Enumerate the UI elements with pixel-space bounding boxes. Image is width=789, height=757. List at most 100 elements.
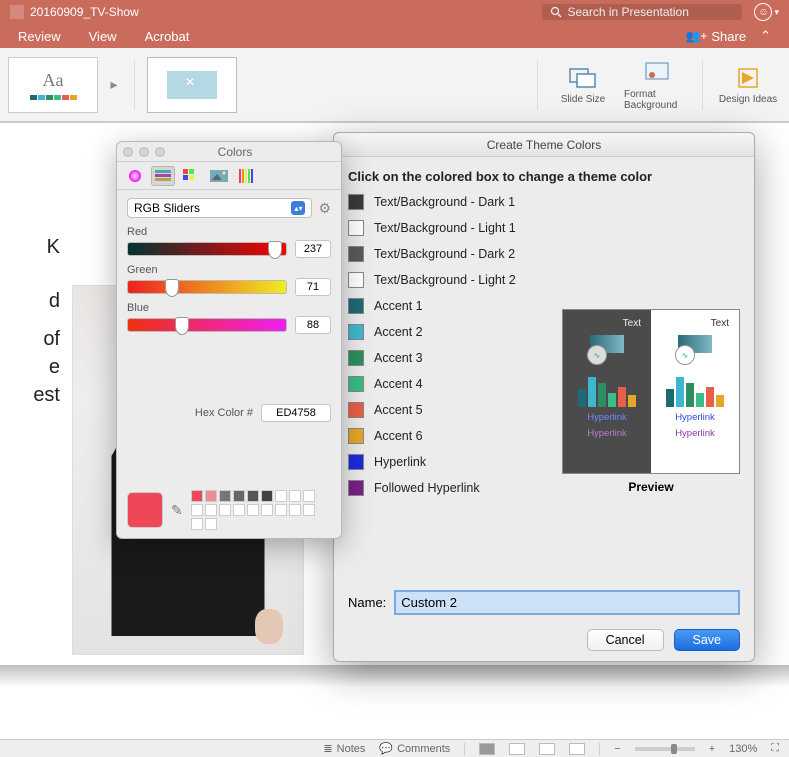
palettes-tab[interactable] xyxy=(179,166,203,186)
theme-color-label: Accent 5 xyxy=(374,403,423,417)
theme-color-row[interactable]: Text/Background - Dark 2 xyxy=(348,246,740,262)
recent-swatch[interactable] xyxy=(303,504,315,516)
recent-swatch[interactable] xyxy=(233,490,245,502)
slider-mode-select[interactable]: RGB Sliders ▴▾ xyxy=(127,198,312,218)
color-swatch[interactable] xyxy=(348,324,364,340)
theme-color-label: Hyperlink xyxy=(374,455,426,469)
collapse-ribbon-icon[interactable]: ⌃ xyxy=(760,28,771,44)
recent-swatch[interactable] xyxy=(261,504,273,516)
slide-size-label: Slide Size xyxy=(561,94,605,105)
slide-size-button[interactable]: Slide Size xyxy=(550,64,616,105)
theme-color-row[interactable]: Text/Background - Light 1 xyxy=(348,220,740,236)
tab-view[interactable]: View xyxy=(89,29,117,44)
color-swatch[interactable] xyxy=(348,480,364,496)
color-swatch[interactable] xyxy=(348,246,364,262)
recent-swatch[interactable] xyxy=(289,504,301,516)
slider-mode-label: RGB Sliders xyxy=(134,201,200,215)
color-wheel-tab[interactable] xyxy=(123,166,147,186)
format-background-icon xyxy=(643,59,671,87)
recent-swatch[interactable] xyxy=(289,490,301,502)
blue-slider[interactable] xyxy=(127,318,287,332)
zoom-in-button[interactable]: + xyxy=(709,743,715,755)
recent-swatch[interactable] xyxy=(247,490,259,502)
name-label: Name: xyxy=(348,595,386,610)
format-background-button[interactable]: Format Background xyxy=(624,59,690,111)
recent-swatch[interactable] xyxy=(275,490,287,502)
dialog-drop-shadow xyxy=(0,665,789,687)
gear-icon[interactable]: ⚙ xyxy=(318,200,331,217)
recent-swatch[interactable] xyxy=(275,504,287,516)
recent-swatch[interactable] xyxy=(205,518,217,530)
zoom-out-button[interactable]: − xyxy=(614,743,620,755)
recent-swatch[interactable] xyxy=(233,504,245,516)
blue-value[interactable]: 88 xyxy=(295,316,331,334)
theme-color-row[interactable]: Text/Background - Light 2 xyxy=(348,272,740,288)
tab-review[interactable]: Review xyxy=(18,29,61,44)
search-placeholder: Search in Presentation xyxy=(567,5,688,19)
document-icon xyxy=(10,5,24,19)
variants-more-icon[interactable]: ▸ xyxy=(106,76,122,93)
color-swatch[interactable] xyxy=(348,194,364,210)
colors-panel: Colors RGB Sliders ▴▾ ⚙ Red 237 Green xyxy=(116,141,342,539)
blue-label: Blue xyxy=(127,302,331,314)
share-label: Share xyxy=(711,29,746,44)
notes-button[interactable]: ≣Notes xyxy=(323,742,365,755)
color-swatch[interactable] xyxy=(348,220,364,236)
preview-text-label: Text xyxy=(623,318,641,329)
recent-swatch[interactable] xyxy=(219,504,231,516)
feedback-icon[interactable]: ☺ xyxy=(754,3,772,21)
recent-swatch[interactable] xyxy=(303,490,315,502)
normal-view-button[interactable] xyxy=(479,743,495,755)
green-slider[interactable] xyxy=(127,280,287,294)
colors-panel-title: Colors xyxy=(165,145,305,159)
feedback-chevron-icon[interactable]: ▾ xyxy=(774,7,779,18)
red-value[interactable]: 237 xyxy=(295,240,331,258)
recent-swatch[interactable] xyxy=(205,490,217,502)
color-swatch[interactable] xyxy=(348,376,364,392)
theme-colors-dialog: Create Theme Colors Click on the colored… xyxy=(333,132,755,662)
recent-swatch[interactable] xyxy=(247,504,259,516)
fit-to-window-button[interactable]: ⛶ xyxy=(771,742,779,755)
color-swatch[interactable] xyxy=(348,428,364,444)
hex-input[interactable] xyxy=(261,404,331,422)
pencils-tab[interactable] xyxy=(235,166,259,186)
zoom-value[interactable]: 130% xyxy=(729,743,757,755)
color-swatch[interactable] xyxy=(348,298,364,314)
green-value[interactable]: 71 xyxy=(295,278,331,296)
titlebar: 20160909_TV-Show Search in Presentation … xyxy=(0,0,789,24)
color-swatch[interactable] xyxy=(348,272,364,288)
search-input[interactable]: Search in Presentation xyxy=(542,4,742,20)
sliders-tab[interactable] xyxy=(151,166,175,186)
tab-acrobat[interactable]: Acrobat xyxy=(145,29,190,44)
theme-name-input[interactable] xyxy=(394,590,740,615)
eyedropper-icon[interactable]: ✎ xyxy=(171,502,183,519)
variant-thumbnail[interactable]: Aa xyxy=(8,57,98,113)
red-slider[interactable] xyxy=(127,242,287,256)
share-button[interactable]: 👥+ Share ⌃ xyxy=(685,28,771,44)
reading-view-button[interactable] xyxy=(539,743,555,755)
current-color-swatch[interactable] xyxy=(127,492,163,528)
recent-swatches[interactable] xyxy=(191,490,321,530)
color-swatch[interactable] xyxy=(348,402,364,418)
zoom-slider[interactable] xyxy=(635,747,695,751)
slide-layout-thumbnail[interactable]: ✕ xyxy=(147,57,237,113)
comments-button[interactable]: 💬Comments xyxy=(379,742,450,755)
recent-swatch[interactable] xyxy=(219,490,231,502)
statusbar: ≣Notes 💬Comments − + 130% ⛶ xyxy=(0,739,789,757)
save-button[interactable]: Save xyxy=(674,629,741,651)
image-tab[interactable] xyxy=(207,166,231,186)
recent-swatch[interactable] xyxy=(261,490,273,502)
window-controls[interactable] xyxy=(123,147,165,157)
theme-color-label: Text/Background - Light 1 xyxy=(374,221,516,235)
design-ideas-button[interactable]: Design Ideas xyxy=(715,64,781,105)
recent-swatch[interactable] xyxy=(191,504,203,516)
color-swatch[interactable] xyxy=(348,454,364,470)
sorter-view-button[interactable] xyxy=(509,743,525,755)
recent-swatch[interactable] xyxy=(191,490,203,502)
color-swatch[interactable] xyxy=(348,350,364,366)
recent-swatch[interactable] xyxy=(205,504,217,516)
theme-color-row[interactable]: Text/Background - Dark 1 xyxy=(348,194,740,210)
cancel-button[interactable]: Cancel xyxy=(587,629,664,651)
slideshow-view-button[interactable] xyxy=(569,743,585,755)
recent-swatch[interactable] xyxy=(191,518,203,530)
